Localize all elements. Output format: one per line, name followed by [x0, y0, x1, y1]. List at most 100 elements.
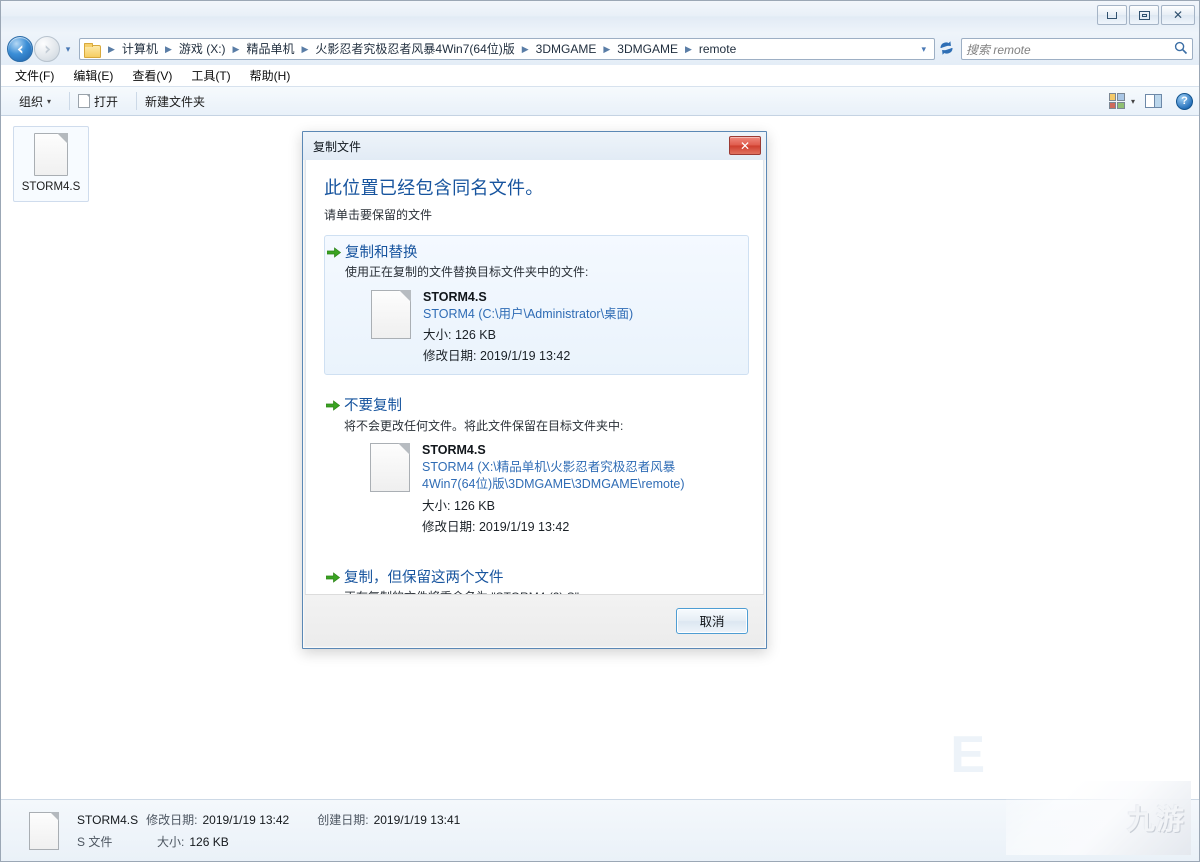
- option-file-meta: STORM4.S STORM4 (C:\用户\Administrator\桌面)…: [423, 290, 633, 365]
- breadcrumb-item-4[interactable]: 3DMGAME: [534, 39, 599, 59]
- status-details: STORM4.S 修改日期: 2019/1/19 13:42 创建日期: 201…: [77, 811, 460, 850]
- toolbar-divider: [136, 92, 138, 110]
- recent-pages-dropdown[interactable]: ▾: [60, 44, 76, 55]
- breadcrumb-separator: ▶: [232, 44, 240, 54]
- organize-label: 组织: [19, 94, 44, 109]
- option-file-info: STORM4.S STORM4 (C:\用户\Administrator\桌面)…: [345, 289, 738, 365]
- open-label: 打开: [94, 94, 119, 109]
- option-file-meta: STORM4.S STORM4 (X:\精品单机\火影忍者究极忍者风暴4Win7…: [422, 443, 722, 535]
- option-copy-but-keep-both[interactable]: 复制，但保留这两个文件 正在复制的文件将重命名为 "STORM4 (2).S": [324, 561, 749, 594]
- status-modified-value: 2019/1/19 13:42: [202, 813, 290, 827]
- window-controls: ✕: [1097, 5, 1195, 25]
- address-row: ▾ ▶ 计算机 ▶ 游戏 (X:) ▶ 精品单机 ▶ 火影忍者究极忍者风暴4Wi…: [1, 33, 1199, 65]
- breadcrumb-separator: ▶: [108, 44, 115, 54]
- close-icon: ✕: [1172, 8, 1184, 22]
- address-bar[interactable]: ▶ 计算机 ▶ 游戏 (X:) ▶ 精品单机 ▶ 火影忍者究极忍者风暴4Win7…: [79, 38, 935, 60]
- command-bar: 组织 ▾ 打开 新建文件夹 ▾ ?: [1, 86, 1199, 116]
- option-file-size: 大小: 126 KB: [422, 498, 495, 513]
- search-icon: [1174, 41, 1188, 58]
- status-created-value: 2019/1/19 13:41: [373, 813, 461, 827]
- dialog-footer: 取消: [305, 594, 764, 646]
- document-icon: [78, 94, 91, 108]
- menu-bar: 文件(F) 编辑(E) 查看(V) 工具(T) 帮助(H): [1, 65, 1199, 86]
- option-title: 复制，但保留这两个文件: [344, 569, 504, 586]
- dialog-close-button[interactable]: ✕: [729, 136, 761, 155]
- help-icon[interactable]: ?: [1176, 92, 1193, 110]
- maximize-button[interactable]: [1129, 5, 1159, 25]
- breadcrumb-separator: ▶: [301, 44, 309, 54]
- refresh-icon[interactable]: [935, 40, 957, 58]
- status-file-name: STORM4.S: [77, 813, 139, 827]
- search-box[interactable]: 搜索 remote: [961, 38, 1193, 60]
- menu-item-view[interactable]: 查看(V): [132, 67, 172, 84]
- breadcrumb-item-1[interactable]: 游戏 (X:): [177, 39, 228, 59]
- status-bar: STORM4.S 修改日期: 2019/1/19 13:42 创建日期: 201…: [1, 781, 1199, 861]
- breadcrumb-separator: ▶: [684, 44, 692, 54]
- breadcrumb-separator: ▶: [521, 44, 529, 54]
- breadcrumb-item-2[interactable]: 精品单机: [244, 39, 296, 59]
- command-bar-right-tools: ▾ ?: [1108, 92, 1193, 110]
- menu-item-tools[interactable]: 工具(T): [191, 67, 230, 84]
- option-title: 复制和替换: [345, 245, 418, 261]
- file-item[interactable]: STORM4.S: [13, 126, 89, 202]
- dialog-body: 此位置已经包含同名文件。 请单击要保留的文件 复制和替换 使用正在复制的文件替换…: [305, 160, 764, 594]
- breadcrumb-item-6[interactable]: remote: [697, 39, 738, 59]
- organize-button[interactable]: 组织 ▾: [19, 93, 61, 110]
- status-line-1: STORM4.S 修改日期: 2019/1/19 13:42 创建日期: 201…: [77, 811, 460, 828]
- folder-icon: [84, 42, 101, 58]
- back-arrow-icon: [17, 44, 22, 54]
- green-arrow-icon: [327, 247, 341, 258]
- option-file-name: STORM4.S: [422, 442, 486, 457]
- document-icon: [371, 289, 411, 339]
- option-do-not-copy[interactable]: 不要复制 将不会更改任何文件。将此文件保留在目标文件夹中: STORM4.S S…: [324, 389, 749, 544]
- breadcrumb-item-5[interactable]: 3DMGAME: [615, 39, 680, 59]
- menu-item-file[interactable]: 文件(F): [15, 67, 54, 84]
- option-file-path: STORM4 (X:\精品单机\火影忍者究极忍者风暴4Win7(64位)版\3D…: [422, 459, 685, 491]
- dialog-subheading: 请单击要保留的文件: [324, 208, 433, 222]
- dialog-title: 复制文件: [313, 139, 362, 154]
- breadcrumb-separator: ▶: [603, 44, 611, 54]
- status-size-label: 大小:: [157, 835, 185, 849]
- green-arrow-icon: [326, 571, 340, 583]
- new-folder-button[interactable]: 新建文件夹: [145, 93, 215, 110]
- option-file-info: STORM4.S STORM4 (X:\精品单机\火影忍者究极忍者风暴4Win7…: [344, 442, 739, 535]
- breadcrumb-separator: ▶: [164, 44, 172, 54]
- status-size-value: 126 KB: [189, 835, 229, 849]
- breadcrumb-item-0[interactable]: 计算机: [120, 39, 160, 59]
- option-file-date: 修改日期: 2019/1/19 13:42: [422, 519, 570, 534]
- breadcrumb-item-3[interactable]: 火影忍者究极忍者风暴4Win7(64位)版: [313, 39, 516, 59]
- document-icon: [34, 133, 68, 176]
- cancel-button[interactable]: 取消: [676, 607, 748, 634]
- document-icon: [29, 811, 59, 850]
- status-file-type: S 文件: [77, 835, 113, 849]
- status-modified-label: 修改日期:: [146, 813, 198, 827]
- search-input[interactable]: 搜索 remote: [966, 41, 1174, 58]
- file-item-label: STORM4.S: [21, 181, 81, 193]
- menu-item-edit[interactable]: 编辑(E): [73, 67, 113, 84]
- close-button[interactable]: ✕: [1161, 5, 1195, 25]
- change-view-icon[interactable]: [1108, 93, 1125, 109]
- maximize-icon: [1138, 10, 1150, 20]
- menu-item-help[interactable]: 帮助(H): [250, 67, 291, 84]
- option-file-name: STORM4.S: [423, 289, 487, 304]
- minimize-button[interactable]: [1097, 5, 1127, 25]
- open-button[interactable]: 打开: [78, 93, 128, 110]
- minimize-icon: [1107, 11, 1117, 19]
- chevron-down-icon[interactable]: ▾: [913, 44, 932, 55]
- watermark-ghost: E: [950, 726, 989, 784]
- toolbar-divider: [69, 92, 71, 110]
- forward-button[interactable]: [34, 36, 60, 62]
- preview-pane-icon[interactable]: [1145, 94, 1162, 108]
- back-button[interactable]: [7, 36, 33, 62]
- document-icon: [370, 442, 410, 492]
- option-file-date: 修改日期: 2019/1/19 13:42: [423, 349, 571, 364]
- copy-file-dialog: 复制文件 ✕ 此位置已经包含同名文件。 请单击要保留的文件 复制和替换 使用正在…: [302, 131, 767, 649]
- status-created-label: 创建日期:: [317, 813, 369, 827]
- window-titlebar: ✕: [1, 1, 1199, 33]
- new-folder-label: 新建文件夹: [145, 94, 206, 109]
- option-copy-and-replace[interactable]: 复制和替换 使用正在复制的文件替换目标文件夹中的文件: STORM4.S STO…: [324, 235, 749, 376]
- option-description: 正在复制的文件将重命名为 "STORM4 (2).S": [344, 589, 739, 594]
- status-line-2: S 文件 大小: 126 KB: [77, 833, 460, 850]
- chevron-down-icon: ▾: [47, 96, 52, 106]
- view-chevron-down-icon[interactable]: ▾: [1131, 97, 1135, 106]
